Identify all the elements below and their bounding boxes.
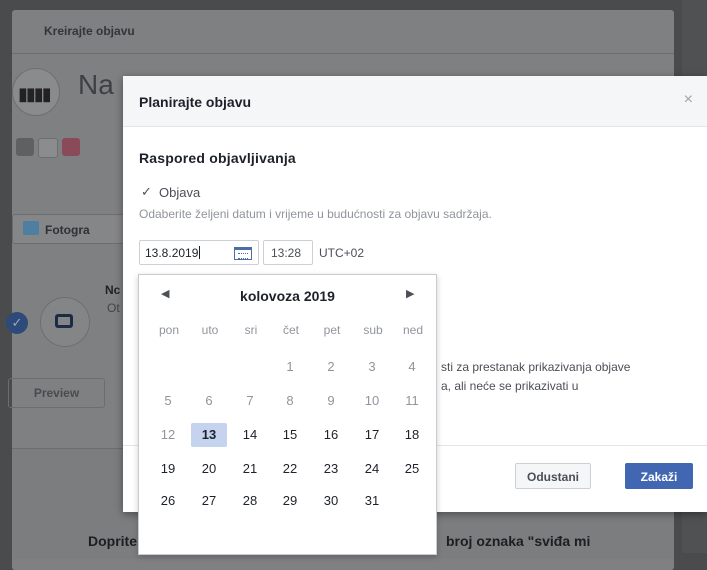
time-input[interactable]: 13:28: [263, 240, 313, 265]
page-name: Na: [78, 69, 114, 100]
calendar-day[interactable]: 1: [272, 355, 308, 379]
date-value: 13.8.2019: [145, 246, 199, 260]
calendar-day[interactable]: 20: [191, 457, 227, 481]
placement-title: Nc: [105, 283, 121, 297]
calendar-day[interactable]: 9: [313, 389, 349, 413]
calendar-day[interactable]: 14: [232, 423, 268, 447]
calendar-day[interactable]: 22: [272, 457, 308, 481]
photo-icon: [23, 221, 39, 235]
newsfeed-icon: [55, 314, 73, 328]
calendar-day[interactable]: 29: [272, 489, 308, 513]
calendar-day[interactable]: 21: [232, 457, 268, 481]
chevron-left-icon[interactable]: [16, 138, 34, 156]
placement-subtitle: Ot: [107, 301, 120, 315]
calendar-day[interactable]: 10: [354, 389, 390, 413]
dialog-title: Planirajte objavu: [139, 94, 252, 110]
stop-promotion-text-2: a, ali neće se prikazivati u: [441, 379, 579, 393]
text-caret: [199, 246, 201, 259]
weekday-header: sri: [244, 323, 258, 337]
calendar-day[interactable]: 25: [394, 457, 430, 481]
next-month-icon[interactable]: ▶: [406, 287, 414, 300]
weekday-header: pon: [158, 323, 180, 337]
month-label: kolovoza 2019: [240, 288, 335, 304]
section-title: Raspored objavljivanja: [139, 150, 296, 166]
dialog-header: Planirajte objavu ×: [123, 76, 707, 127]
calendar-day[interactable]: 8: [272, 389, 308, 413]
help-text: Odaberite željeni datum i vrijeme u budu…: [139, 207, 492, 221]
calendar-day[interactable]: 28: [232, 489, 268, 513]
photo-button[interactable]: Fotogra: [12, 214, 134, 244]
cancel-button[interactable]: Odustani: [515, 463, 591, 489]
calendar-day[interactable]: 16: [313, 423, 349, 447]
schedule-button[interactable]: Zakaži: [625, 463, 693, 489]
color-swatch[interactable]: [38, 138, 58, 158]
calendar-day[interactable]: 27: [191, 489, 227, 513]
calendar-day[interactable]: 4: [394, 355, 430, 379]
calendar-day[interactable]: 5: [150, 389, 186, 413]
weekday-header: sub: [363, 323, 383, 337]
color-swatch-pattern[interactable]: [62, 138, 80, 156]
stop-promotion-text: sti za prestanak prikazivanja objave: [441, 360, 631, 374]
calendar-day[interactable]: 6: [191, 389, 227, 413]
books-logo-icon: ▮▮▮▮: [18, 84, 52, 104]
calendar-day[interactable]: 26: [150, 489, 186, 513]
close-icon[interactable]: ×: [684, 91, 693, 109]
timezone-label: UTC+02: [319, 246, 365, 260]
date-input[interactable]: 13.8.2019: [139, 240, 259, 265]
calendar-day[interactable]: 30: [313, 489, 349, 513]
calendar-day[interactable]: 2: [313, 355, 349, 379]
calendar-day[interactable]: 17: [354, 423, 390, 447]
calendar-day-selected[interactable]: 13: [191, 423, 227, 447]
placement-circle[interactable]: [40, 297, 90, 347]
calendar-day[interactable]: 12: [150, 423, 186, 447]
weekday-header: uto: [201, 323, 219, 337]
bottom-right-text: broj oznaka "sviđa mi: [446, 533, 591, 549]
weekday-header: ned: [402, 323, 424, 337]
date-picker-header: ◀ kolovoza 2019 ▶: [139, 275, 436, 317]
calendar-day[interactable]: 3: [354, 355, 390, 379]
calendar-day[interactable]: 24: [354, 457, 390, 481]
post-checkbox-label[interactable]: Objava: [159, 185, 200, 200]
checkmark-circle-icon[interactable]: ✓: [6, 312, 28, 334]
weekday-header: pet: [323, 323, 341, 337]
post-checkbox[interactable]: ✓: [141, 185, 155, 199]
weekday-header: čet: [282, 323, 299, 337]
calendar-day[interactable]: 23: [313, 457, 349, 481]
calendar-day[interactable]: 15: [272, 423, 308, 447]
composer-tabbar: Kreirajte objavu: [12, 10, 674, 54]
calendar-day[interactable]: 7: [232, 389, 268, 413]
calendar-day[interactable]: 31: [354, 489, 390, 513]
tab-create-post[interactable]: Kreirajte objavu: [44, 24, 135, 38]
preview-button[interactable]: Preview: [8, 378, 105, 408]
calendar-day[interactable]: 18: [394, 423, 430, 447]
calendar-day[interactable]: 19: [150, 457, 186, 481]
calendar-icon[interactable]: [234, 247, 252, 260]
calendar-day[interactable]: 11: [394, 389, 430, 413]
date-picker-popup: ◀ kolovoza 2019 ▶ pon uto sri čet pet sub ned 1…: [138, 274, 437, 555]
